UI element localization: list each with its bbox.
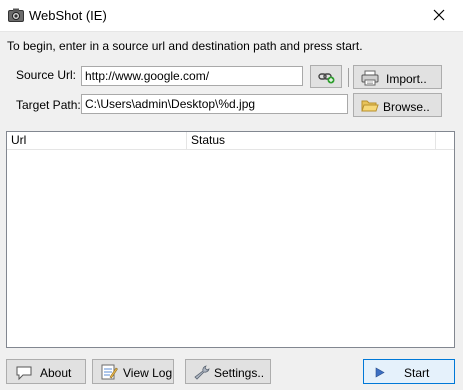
- play-icon: [375, 367, 385, 378]
- target-path-input[interactable]: C:\Users\admin\Desktop\%d.jpg: [81, 94, 348, 114]
- import-button-label: Import..: [386, 72, 427, 86]
- column-header-url[interactable]: Url: [7, 132, 187, 149]
- speech-bubble-icon: [16, 366, 32, 381]
- wrench-icon: [194, 365, 210, 380]
- start-button[interactable]: Start: [363, 359, 455, 384]
- target-path-label: Target Path:: [16, 98, 81, 112]
- view-log-button-label: View Log: [123, 366, 173, 380]
- window-title: WebShot (IE): [29, 8, 107, 23]
- view-log-button[interactable]: View Log: [92, 359, 174, 384]
- notepad-icon: [101, 364, 118, 380]
- toolbar-divider: [348, 68, 349, 87]
- folder-open-icon: [361, 100, 379, 112]
- title-bar: WebShot (IE): [0, 0, 463, 32]
- start-button-label: Start: [404, 366, 430, 380]
- source-url-label: Source Url:: [16, 68, 77, 82]
- url-status-table[interactable]: Url Status: [6, 131, 455, 348]
- camera-icon: [8, 8, 24, 22]
- import-button[interactable]: Import..: [353, 65, 442, 89]
- settings-button-label: Settings..: [214, 366, 265, 380]
- browse-button[interactable]: Browse..: [353, 93, 442, 117]
- browse-button-label: Browse..: [383, 100, 430, 114]
- instruction-text: To begin, enter in a source url and dest…: [7, 39, 363, 53]
- close-button[interactable]: [417, 0, 463, 31]
- add-link-icon: [318, 73, 335, 84]
- source-url-input[interactable]: http://www.google.com/: [81, 66, 303, 86]
- about-button-label: About: [40, 366, 72, 380]
- close-icon: [433, 9, 445, 21]
- about-button[interactable]: About: [6, 359, 86, 384]
- add-url-button[interactable]: [310, 65, 342, 88]
- settings-button[interactable]: Settings..: [185, 359, 271, 384]
- column-header-status[interactable]: Status: [187, 132, 436, 149]
- printer-icon: [361, 70, 379, 86]
- table-header: Url Status: [7, 132, 454, 150]
